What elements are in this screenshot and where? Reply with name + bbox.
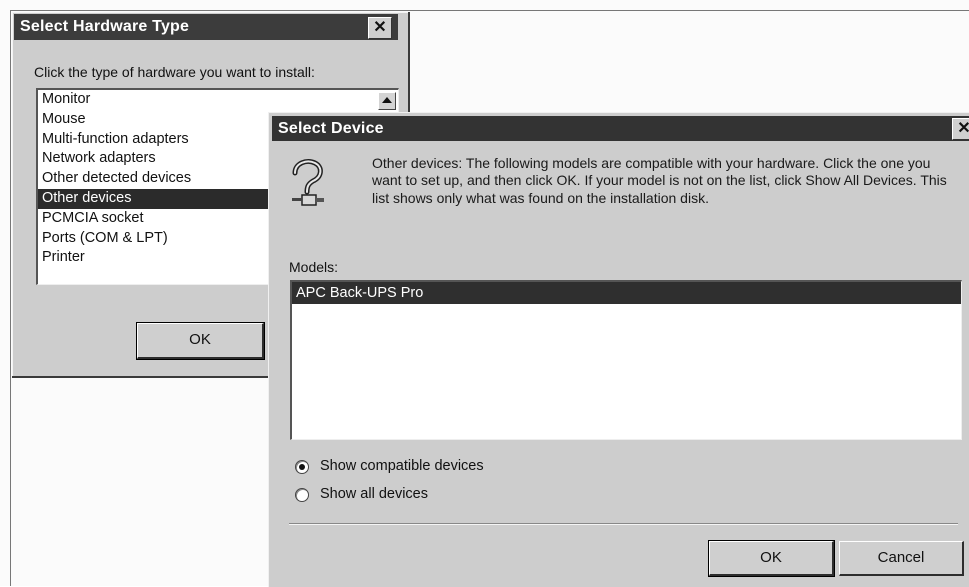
ok-button[interactable]: OK <box>709 541 834 576</box>
close-button[interactable]: ✕ <box>952 118 969 140</box>
cancel-button[interactable]: Cancel <box>839 541 964 576</box>
frame-line-top <box>10 10 969 11</box>
title-bar: Select Hardware Type ✕ <box>14 14 398 40</box>
description-text: Other devices: The following models are … <box>372 155 947 206</box>
models-list[interactable]: APC Back-UPS Pro <box>290 280 962 440</box>
close-icon: ✕ <box>373 19 387 36</box>
frame-line-left <box>10 10 11 586</box>
ok-button[interactable]: OK <box>137 323 264 359</box>
question-mark-icon <box>292 158 324 206</box>
select-device-dialog: Select Device ✕ Other devices: The follo… <box>268 112 969 587</box>
dialog-title: Select Hardware Type <box>20 18 190 35</box>
close-icon: ✕ <box>957 120 969 137</box>
radio-button[interactable] <box>295 488 309 502</box>
radio-label: Show all devices <box>320 486 428 502</box>
close-button[interactable]: ✕ <box>368 17 392 39</box>
radio-label: Show compatible devices <box>320 458 484 474</box>
title-bar: Select Device ✕ <box>272 116 969 141</box>
scroll-up-button[interactable] <box>378 92 396 110</box>
separator <box>289 523 958 525</box>
instruction-text: Click the type of hardware you want to i… <box>34 64 315 80</box>
list-item-monitor[interactable]: Monitor <box>38 90 398 110</box>
models-label: Models: <box>289 259 339 275</box>
dialog-title: Select Device <box>278 120 384 137</box>
list-item-model[interactable]: APC Back-UPS Pro <box>292 282 961 304</box>
radio-button-checked[interactable] <box>295 460 309 474</box>
scroll-up-arrow-icon <box>382 97 392 103</box>
